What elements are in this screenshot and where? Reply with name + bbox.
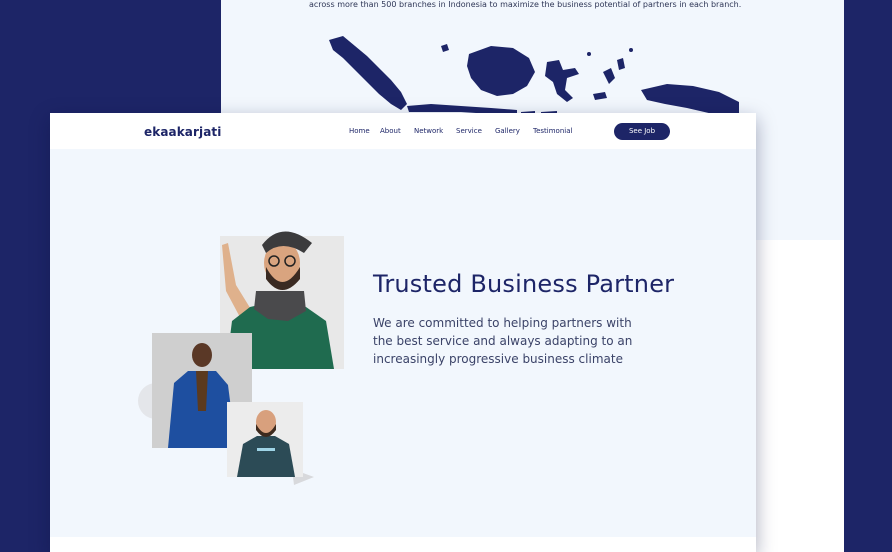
see-job-button[interactable]: See Job (614, 123, 670, 140)
man-in-tshirt-photo (227, 402, 303, 477)
indonesia-map-icon (329, 36, 739, 114)
nav-network-link[interactable]: Network (414, 127, 443, 135)
hero-title: Trusted Business Partner (373, 270, 675, 298)
logo[interactable]: ekaakarjati (144, 125, 221, 139)
nav-testimonial-link[interactable]: Testimonial (533, 127, 572, 135)
nav-home-link[interactable]: Home (349, 127, 370, 135)
nav-about-link[interactable]: About (380, 127, 401, 135)
front-page: ekaakarjati Home About Network Service G… (50, 113, 756, 552)
network-caption: across more than 500 branches in Indones… (309, 0, 742, 9)
hero-section: Trusted Business Partner We are committe… (50, 149, 756, 537)
nav-service-link[interactable]: Service (456, 127, 482, 135)
next-section-strip (50, 537, 756, 552)
nav-gallery-link[interactable]: Gallery (495, 127, 520, 135)
hero-description: We are committed to helping partners wit… (373, 316, 633, 366)
navbar: ekaakarjati Home About Network Service G… (50, 113, 756, 149)
